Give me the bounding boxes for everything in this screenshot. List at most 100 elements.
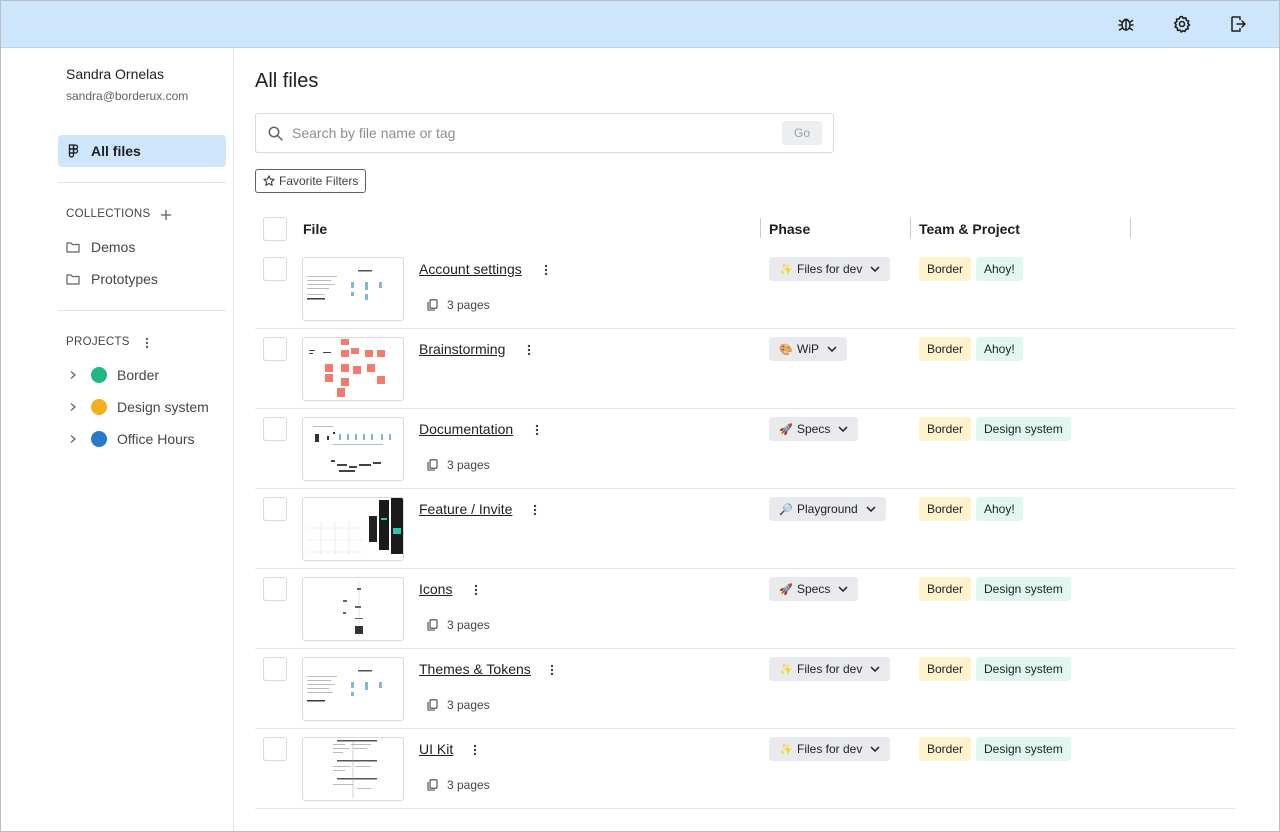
file-thumbnail[interactable] bbox=[302, 417, 404, 481]
column-divider[interactable] bbox=[760, 218, 761, 238]
project-item-office-hours[interactable]: Office Hours bbox=[67, 428, 195, 450]
app-window: Sandra Ornelas sandra@borderux.com All f… bbox=[0, 0, 1280, 832]
table-row[interactable]: Icons 3 pages 🚀 Specs Border Design syst… bbox=[255, 569, 1235, 649]
file-name-link[interactable]: Brainstorming bbox=[419, 341, 505, 357]
table-row[interactable]: Documentation 3 pages 🚀 Specs Border Des… bbox=[255, 409, 1235, 489]
row-checkbox[interactable] bbox=[263, 337, 287, 361]
star-icon bbox=[263, 175, 275, 187]
favorite-filters-button[interactable]: Favorite Filters bbox=[255, 169, 367, 193]
caret-right-icon[interactable] bbox=[67, 371, 79, 379]
file-thumbnail[interactable] bbox=[302, 737, 404, 801]
file-thumbnail[interactable] bbox=[302, 337, 404, 401]
team-tag[interactable]: Border bbox=[919, 497, 972, 521]
projects-more-icon[interactable] bbox=[139, 335, 155, 351]
select-all-checkbox[interactable] bbox=[263, 217, 287, 241]
team-tag[interactable]: Border bbox=[919, 337, 972, 361]
row-checkbox[interactable] bbox=[263, 257, 287, 281]
row-checkbox[interactable] bbox=[263, 737, 287, 761]
bug-icon[interactable] bbox=[1115, 13, 1137, 35]
table-row[interactable]: Brainstorming 🎨 WiP Border Ahoy! bbox=[255, 329, 1235, 409]
phase-dropdown[interactable]: 🎨 WiP bbox=[769, 337, 847, 361]
row-checkbox[interactable] bbox=[263, 657, 287, 681]
file-name-link[interactable]: Themes & Tokens bbox=[419, 661, 531, 677]
more-options-icon[interactable] bbox=[528, 502, 542, 518]
row-checkbox[interactable] bbox=[263, 577, 287, 601]
page-count-label: 3 pages bbox=[447, 778, 490, 792]
collection-label: Prototypes bbox=[91, 271, 158, 287]
file-name-link[interactable]: UI Kit bbox=[419, 741, 453, 757]
more-options-icon[interactable] bbox=[468, 742, 482, 758]
table-row[interactable]: Themes & Tokens 3 pages ✨ Files for dev … bbox=[255, 649, 1235, 729]
gear-icon[interactable] bbox=[1171, 13, 1193, 35]
file-thumbnail[interactable] bbox=[302, 497, 404, 561]
phase-dropdown[interactable]: ✨ Files for dev bbox=[769, 737, 891, 761]
caret-right-icon[interactable] bbox=[67, 435, 79, 443]
table-row[interactable]: Account settings 3 pages ✨ Files for dev… bbox=[255, 249, 1235, 329]
project-item-border[interactable]: Border bbox=[67, 364, 159, 386]
team-tag[interactable]: Border bbox=[919, 657, 972, 681]
folder-icon bbox=[66, 241, 82, 253]
row-checkbox[interactable] bbox=[263, 497, 287, 521]
column-divider[interactable] bbox=[910, 218, 911, 238]
project-label: Office Hours bbox=[117, 431, 195, 447]
file-name-link[interactable]: Icons bbox=[419, 581, 452, 597]
caret-right-icon[interactable] bbox=[67, 403, 79, 411]
more-options-icon[interactable] bbox=[530, 422, 544, 438]
top-bar bbox=[1, 1, 1279, 48]
more-options-icon[interactable] bbox=[469, 582, 483, 598]
more-options-icon[interactable] bbox=[539, 262, 553, 278]
phase-dropdown[interactable]: 🔎 Playground bbox=[769, 497, 886, 521]
pages-icon bbox=[427, 619, 438, 631]
project-tag[interactable]: Ahoy! bbox=[976, 257, 1023, 281]
team-tag[interactable]: Border bbox=[919, 737, 972, 761]
add-collection-button[interactable] bbox=[158, 207, 174, 223]
pages-icon bbox=[427, 459, 438, 471]
column-divider[interactable] bbox=[1130, 218, 1131, 238]
chevron-down-icon bbox=[838, 586, 848, 592]
more-options-icon[interactable] bbox=[522, 342, 536, 358]
nav-all-files[interactable]: All files bbox=[58, 135, 226, 167]
file-thumbnail[interactable] bbox=[302, 577, 404, 641]
phase-dropdown[interactable]: ✨ Files for dev bbox=[769, 257, 891, 281]
more-options-icon[interactable] bbox=[545, 662, 559, 678]
phase-emoji: 🚀 bbox=[779, 423, 793, 436]
project-tag[interactable]: Design system bbox=[976, 417, 1071, 441]
file-name-link[interactable]: Documentation bbox=[419, 421, 513, 437]
collection-label: Demos bbox=[91, 239, 136, 255]
project-tag[interactable]: Design system bbox=[976, 657, 1071, 681]
pages-icon bbox=[427, 699, 438, 711]
row-checkbox[interactable] bbox=[263, 417, 287, 441]
page-count: 3 pages bbox=[427, 778, 490, 792]
phase-dropdown[interactable]: 🚀 Specs bbox=[769, 577, 859, 601]
search-box: Go bbox=[255, 113, 834, 153]
team-tag[interactable]: Border bbox=[919, 417, 972, 441]
table-row[interactable]: Feature / Invite 🔎 Playground Border Aho… bbox=[255, 489, 1235, 569]
project-tag[interactable]: Design system bbox=[976, 737, 1071, 761]
team-tag[interactable]: Border bbox=[919, 257, 972, 281]
collection-item-demos[interactable]: Demos bbox=[66, 237, 135, 257]
team-tag[interactable]: Border bbox=[919, 577, 972, 601]
chevron-down-icon bbox=[870, 746, 880, 752]
file-name-link[interactable]: Feature / Invite bbox=[419, 501, 512, 517]
projects-title: PROJECTS bbox=[66, 336, 130, 348]
file-thumbnail[interactable] bbox=[302, 657, 404, 721]
file-thumbnail[interactable] bbox=[302, 257, 404, 321]
table-row[interactable]: UI Kit 3 pages ✨ Files for dev Border De… bbox=[255, 729, 1235, 809]
phase-dropdown[interactable]: ✨ Files for dev bbox=[769, 657, 891, 681]
project-tag[interactable]: Ahoy! bbox=[976, 497, 1023, 521]
project-color-dot bbox=[91, 367, 107, 383]
chevron-down-icon bbox=[870, 266, 880, 272]
project-item-design-system[interactable]: Design system bbox=[67, 396, 209, 418]
project-tag[interactable]: Design system bbox=[976, 577, 1071, 601]
page-count-label: 3 pages bbox=[447, 618, 490, 632]
search-input[interactable] bbox=[292, 125, 762, 141]
go-button[interactable]: Go bbox=[782, 121, 822, 145]
nav-all-files-label: All files bbox=[91, 143, 141, 159]
logout-icon[interactable] bbox=[1227, 13, 1249, 35]
pages-icon bbox=[427, 299, 438, 311]
project-tag[interactable]: Ahoy! bbox=[976, 337, 1023, 361]
collection-item-prototypes[interactable]: Prototypes bbox=[66, 269, 158, 289]
phase-dropdown[interactable]: 🚀 Specs bbox=[769, 417, 859, 441]
file-name-link[interactable]: Account settings bbox=[419, 261, 522, 277]
phase-label: Files for dev bbox=[797, 662, 863, 676]
